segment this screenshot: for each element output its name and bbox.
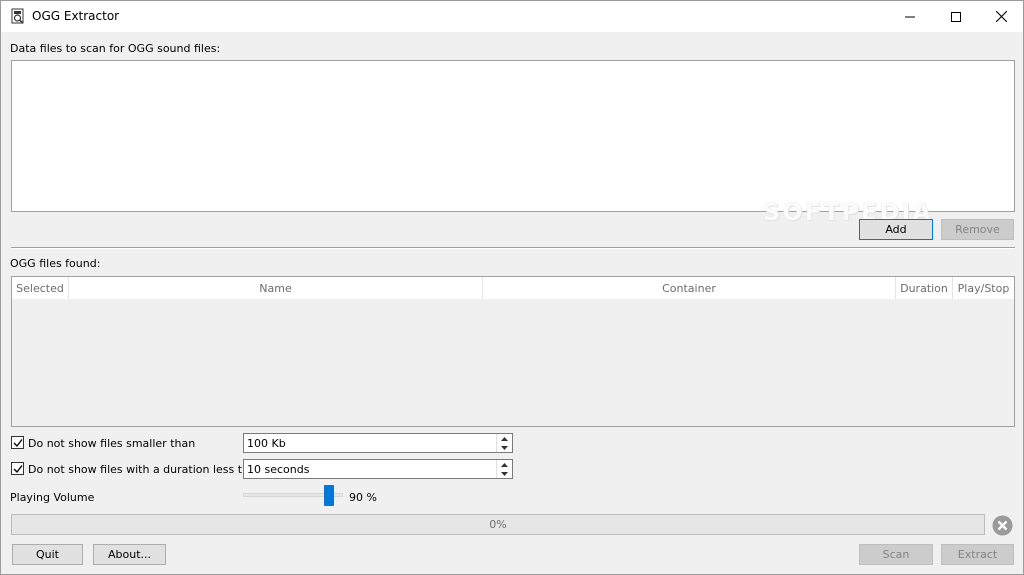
arrow-down-icon bbox=[501, 445, 508, 450]
duration-increment-button[interactable] bbox=[497, 460, 512, 469]
size-decrement-button[interactable] bbox=[497, 443, 512, 452]
size-filter-spinbox[interactable]: 100 Kb bbox=[243, 433, 513, 453]
about-button[interactable]: About... bbox=[93, 544, 166, 565]
column-header-container[interactable]: Container bbox=[483, 277, 896, 299]
duration-decrement-button[interactable] bbox=[497, 469, 512, 478]
column-header-name[interactable]: Name bbox=[69, 277, 483, 299]
checkmark-icon bbox=[13, 465, 23, 474]
volume-slider-thumb[interactable] bbox=[324, 485, 334, 506]
size-increment-button[interactable] bbox=[497, 434, 512, 443]
maximize-button[interactable] bbox=[933, 1, 979, 32]
close-icon bbox=[995, 11, 1007, 22]
maximize-icon bbox=[951, 11, 961, 22]
cancel-scan-icon[interactable] bbox=[992, 515, 1013, 536]
column-header-selected[interactable]: Selected bbox=[12, 277, 69, 299]
main-window: OGG Extractor Data files to scan for OGG… bbox=[0, 0, 1024, 575]
data-files-label: Data files to scan for OGG sound files: bbox=[10, 42, 221, 55]
duration-filter-value: 10 seconds bbox=[247, 463, 310, 476]
minimize-icon bbox=[905, 16, 915, 17]
column-header-play-stop[interactable]: Play/Stop bbox=[953, 277, 1014, 299]
duration-filter-label: Do not show files with a duration less t… bbox=[28, 463, 263, 476]
progress-text: 0% bbox=[489, 518, 507, 531]
scan-progress-bar: 0% bbox=[11, 514, 985, 535]
arrow-up-icon bbox=[501, 462, 508, 467]
arrow-up-icon bbox=[501, 436, 508, 441]
size-filter-checkbox[interactable] bbox=[11, 436, 24, 449]
arrow-down-icon bbox=[501, 471, 508, 476]
size-filter-label: Do not show files smaller than bbox=[28, 437, 196, 450]
duration-filter-arrows bbox=[496, 460, 512, 478]
table-header: Selected Name Container Duration Play/St… bbox=[12, 277, 1014, 299]
section-divider bbox=[11, 247, 1015, 249]
column-header-duration[interactable]: Duration bbox=[896, 277, 953, 299]
minimize-button[interactable] bbox=[887, 1, 933, 32]
ogg-files-label: OGG files found: bbox=[10, 257, 101, 270]
quit-button[interactable]: Quit bbox=[12, 544, 83, 565]
add-button[interactable]: Add bbox=[859, 219, 933, 240]
ogg-files-table[interactable]: Selected Name Container Duration Play/St… bbox=[11, 276, 1015, 427]
scan-button[interactable]: Scan bbox=[859, 544, 933, 565]
volume-label: Playing Volume bbox=[10, 491, 95, 504]
checkmark-icon bbox=[13, 439, 23, 448]
title-bar[interactable]: OGG Extractor bbox=[1, 1, 1023, 32]
window-title: OGG Extractor bbox=[32, 9, 120, 23]
size-filter-value: 100 Kb bbox=[247, 437, 286, 450]
size-filter-arrows bbox=[496, 434, 512, 452]
remove-button[interactable]: Remove bbox=[941, 219, 1014, 240]
app-icon bbox=[11, 8, 24, 24]
extract-button[interactable]: Extract bbox=[941, 544, 1014, 565]
data-files-list[interactable] bbox=[11, 60, 1015, 212]
close-button[interactable] bbox=[978, 1, 1024, 32]
volume-value: 90 % bbox=[349, 491, 377, 504]
duration-filter-spinbox[interactable]: 10 seconds bbox=[243, 459, 513, 479]
duration-filter-checkbox[interactable] bbox=[11, 462, 24, 475]
